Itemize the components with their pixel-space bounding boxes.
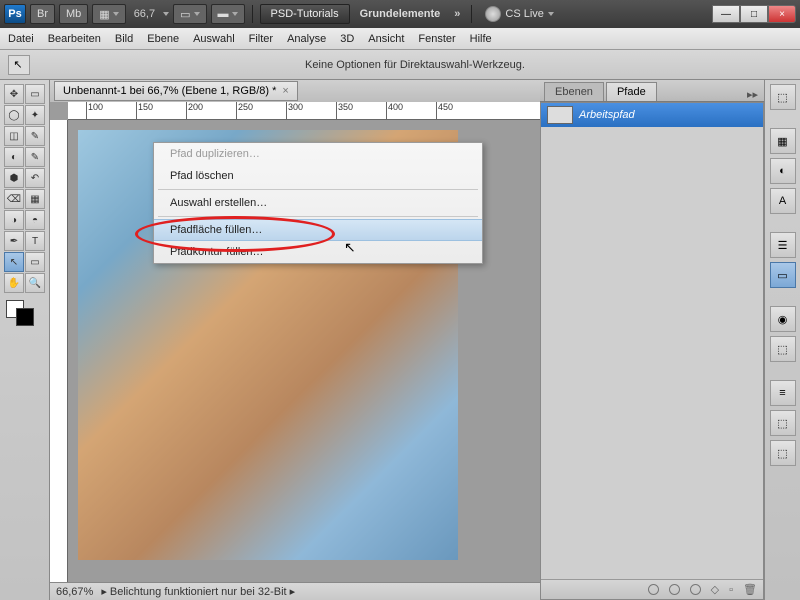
menu-analyse[interactable]: Analyse — [287, 33, 326, 45]
menu-ansicht[interactable]: Ansicht — [368, 33, 404, 45]
panel-icon-4[interactable]: A — [770, 188, 796, 214]
move-tool[interactable]: ✥ — [4, 84, 24, 104]
gradient-tool[interactable]: ▦ — [25, 189, 45, 209]
marquee-tool[interactable]: ▭ — [25, 84, 45, 104]
panel-icon-2[interactable]: ▦ — [770, 128, 796, 154]
stroke-path-icon[interactable] — [669, 584, 680, 595]
minimize-button[interactable]: — — [712, 5, 740, 23]
menu-3d[interactable]: 3D — [340, 33, 354, 45]
panel-icon-3[interactable]: ◐ — [770, 158, 796, 184]
dodge-tool[interactable]: ◓ — [25, 210, 45, 230]
stamp-tool[interactable]: ⬢ — [4, 168, 24, 188]
background-color[interactable] — [16, 308, 34, 326]
app-logo: Ps — [4, 4, 26, 24]
brush-tool[interactable]: ✎ — [25, 147, 45, 167]
menu-datei[interactable]: Datei — [8, 33, 34, 45]
menu-bild[interactable]: Bild — [115, 33, 133, 45]
tab-ebenen[interactable]: Ebenen — [544, 82, 604, 101]
ruler-horizontal: 100 150 200 250 300 350 400 450 — [68, 102, 540, 120]
tool-preset-button[interactable]: ↖ — [8, 55, 30, 75]
color-swatches[interactable] — [4, 300, 45, 330]
heal-tool[interactable]: ◐ — [4, 147, 24, 167]
lasso-tool[interactable]: ◯ — [4, 105, 24, 125]
menu-bearbeiten[interactable]: Bearbeiten — [48, 33, 101, 45]
blur-tool[interactable]: ◑ — [4, 210, 24, 230]
panel-icon-10[interactable]: ⬚ — [770, 410, 796, 436]
selection-path-icon[interactable] — [690, 584, 701, 595]
shape-tool[interactable]: ▭ — [25, 252, 45, 272]
context-menu: Pfad duplizieren… Pfad löschen Auswahl e… — [153, 142, 483, 264]
menu-filter[interactable]: Filter — [249, 33, 273, 45]
status-message: ▸ Belichtung funktioniert nur bei 32-Bit… — [101, 585, 295, 598]
delete-path-icon[interactable]: 🗑 — [743, 583, 757, 596]
ruler-vertical — [50, 120, 68, 582]
tab-pfade[interactable]: Pfade — [606, 82, 657, 101]
menu-auswahl[interactable]: Auswahl — [193, 33, 235, 45]
panel-icon-7[interactable]: ◉ — [770, 306, 796, 332]
cursor-icon: ↖ — [344, 239, 356, 256]
panel-menu-icon[interactable]: ▸▸ — [741, 88, 764, 101]
ctx-duplicate-path: Pfad duplizieren… — [154, 143, 482, 165]
view-dropdown[interactable]: ▦ — [92, 4, 125, 24]
path-thumbnail — [547, 106, 573, 124]
workspace-more[interactable]: » — [450, 8, 464, 20]
path-item[interactable]: Arbeitspfad — [541, 103, 763, 127]
panel-icon-9[interactable]: ≡ — [770, 380, 796, 406]
hand-tool[interactable]: ✋ — [4, 273, 24, 293]
ctx-stroke-path[interactable]: Pfadkontur füllen… — [154, 241, 482, 263]
panel-icon-8[interactable]: ⬚ — [770, 336, 796, 362]
toolbox: ✥▭ ◯✦ ◫✎ ◐✎ ⬢↶ ⌫▦ ◑◓ ✒T ↖▭ ✋🔍 — [0, 80, 50, 600]
pen-tool[interactable]: ✒ — [4, 231, 24, 251]
maximize-button[interactable]: □ — [740, 5, 768, 23]
panel-icon-1[interactable]: ⬚ — [770, 84, 796, 110]
menu-bar: Datei Bearbeiten Bild Ebene Auswahl Filt… — [0, 28, 800, 50]
ctx-make-selection[interactable]: Auswahl erstellen… — [154, 192, 482, 214]
wand-tool[interactable]: ✦ — [25, 105, 45, 125]
path-name: Arbeitspfad — [579, 109, 635, 121]
status-zoom[interactable]: 66,67% — [56, 586, 93, 598]
eraser-tool[interactable]: ⌫ — [4, 189, 24, 209]
direct-select-tool[interactable]: ↖ — [4, 252, 24, 272]
type-tool[interactable]: T — [25, 231, 45, 251]
right-toolbar: ⬚ ▦ ◐ A ☰ ▭ ◉ ⬚ ≡ ⬚ ⬚ — [764, 80, 800, 600]
crop-tool[interactable]: ◫ — [4, 126, 24, 146]
minibridge-button[interactable]: Mb — [59, 4, 88, 24]
ctx-fill-path[interactable]: Pfadfläche füllen… — [154, 219, 482, 241]
document-title: Unbenannt-1 bei 66,7% (Ebene 1, RGB/8) * — [63, 85, 276, 97]
menu-fenster[interactable]: Fenster — [418, 33, 455, 45]
new-path-icon[interactable]: ▫ — [729, 584, 733, 596]
zoom-value: 66,7 — [130, 8, 159, 20]
fill-path-icon[interactable] — [648, 584, 659, 595]
workspace-button[interactable]: PSD-Tutorials — [260, 4, 350, 24]
workpath-icon[interactable]: ◇ — [711, 583, 719, 596]
tab-close-icon[interactable]: × — [282, 85, 288, 97]
zoom-tool[interactable]: 🔍 — [25, 273, 45, 293]
document-tab[interactable]: Unbenannt-1 bei 66,7% (Ebene 1, RGB/8) *… — [54, 81, 298, 101]
ctx-delete-path[interactable]: Pfad löschen — [154, 165, 482, 187]
panel-icon-5[interactable]: ☰ — [770, 232, 796, 258]
menu-ebene[interactable]: Ebene — [147, 33, 179, 45]
panel-icon-11[interactable]: ⬚ — [770, 440, 796, 466]
bridge-button[interactable]: Br — [30, 4, 55, 24]
layout-dropdown[interactable]: ▭ — [173, 4, 206, 24]
workspace-name[interactable]: Grundelemente — [354, 8, 447, 20]
menu-hilfe[interactable]: Hilfe — [470, 33, 492, 45]
screen-dropdown[interactable]: ▬ — [211, 4, 245, 24]
history-tool[interactable]: ↶ — [25, 168, 45, 188]
options-message: Keine Optionen für Direktauswahl-Werkzeu… — [38, 59, 792, 71]
panel-icon-6[interactable]: ▭ — [770, 262, 796, 288]
eyedropper-tool[interactable]: ✎ — [25, 126, 45, 146]
cslive-button[interactable]: CS Live — [485, 6, 554, 22]
close-button[interactable]: × — [768, 5, 796, 23]
